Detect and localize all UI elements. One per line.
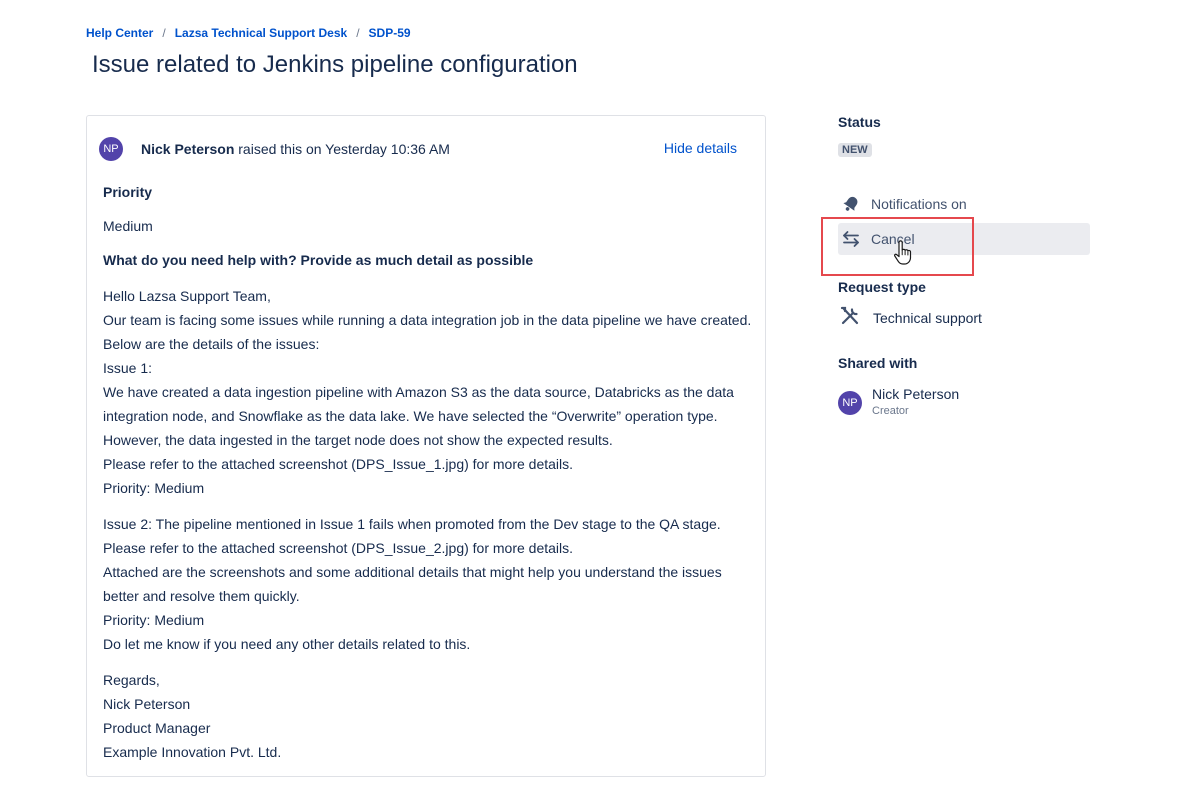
description-line: integration node, and Snowflake as the d… (103, 408, 718, 424)
help-description-label: What do you need help with? Provide as m… (103, 252, 534, 268)
description-line: However, the data ingested in the target… (103, 432, 613, 448)
description-line: We have created a data ingestion pipelin… (103, 384, 734, 400)
help-center-request-page: Help Center / Lazsa Technical Support De… (0, 0, 1195, 789)
request-details-card: NP Nick Peterson raised this on Yesterda… (86, 115, 766, 777)
description-line: Priority: Medium (103, 612, 205, 628)
page-title: Issue related to Jenkins pipeline config… (92, 51, 578, 78)
shared-with-person: NP Nick Peterson Creator (838, 386, 959, 420)
breadcrumb-separator: / (356, 26, 360, 40)
description-line: Priority: Medium (103, 480, 205, 496)
tools-icon (838, 304, 862, 331)
description-line: Nick Peterson (103, 696, 191, 712)
priority-value: Medium (103, 218, 153, 234)
description-line: Our team is facing some issues while run… (103, 312, 752, 328)
description-line: Hello Lazsa Support Team, (103, 288, 271, 304)
shared-person-name: Nick Peterson (872, 386, 960, 402)
description-line: Regards, (103, 672, 160, 688)
hide-details-link[interactable]: Hide details (664, 140, 737, 156)
description-line: Below are the details of the issues: (103, 336, 320, 352)
description-line: Example Innovation Pvt. Ltd. (103, 744, 282, 760)
avatar[interactable]: NP (838, 391, 862, 415)
breadcrumb-separator: / (162, 26, 166, 40)
breadcrumb-service-desk[interactable]: Lazsa Technical Support Desk (175, 26, 348, 40)
breadcrumb-issue-key[interactable]: SDP-59 (369, 26, 411, 40)
description-line: Attached are the screenshots and some ad… (103, 564, 722, 580)
breadcrumb-help-center[interactable]: Help Center (86, 26, 153, 40)
description-line: Please refer to the attached screenshot … (103, 456, 574, 472)
request-body: Priority Medium What do you need help wi… (103, 180, 753, 764)
avatar[interactable]: NP (99, 137, 123, 161)
request-header: NP Nick Peterson raised this on Yesterda… (99, 136, 749, 162)
bell-icon (840, 193, 862, 215)
description-line: Do let me know if you need any other det… (103, 636, 471, 652)
author-name: Nick Peterson (141, 141, 235, 157)
description-line: Issue 2: The pipeline mentioned in Issue… (103, 516, 721, 532)
notifications-label: Notifications on (871, 196, 967, 212)
request-type-value: Technical support (873, 309, 982, 326)
status-heading: Status (838, 114, 881, 130)
breadcrumb: Help Center / Lazsa Technical Support De… (86, 26, 411, 40)
description-line: Product Manager (103, 720, 211, 736)
description-paragraph-1: Hello Lazsa Support Team, Our team is fa… (103, 284, 753, 500)
priority-label: Priority (103, 184, 153, 200)
notifications-toggle[interactable]: Notifications on (838, 188, 1090, 220)
raised-timestamp: raised this on Yesterday 10:36 AM (234, 141, 450, 157)
description-line: Issue 1: (103, 360, 153, 376)
shared-person-role: Creator (872, 405, 909, 417)
description-paragraph-2: Issue 2: The pipeline mentioned in Issue… (103, 512, 753, 656)
description-line: Please refer to the attached screenshot … (103, 540, 574, 556)
request-type-heading: Request type (838, 279, 926, 295)
description-line: better and resolve them quickly. (103, 588, 300, 604)
raised-by-line: Nick Peterson raised this on Yesterday 1… (141, 141, 450, 157)
shared-with-heading: Shared with (838, 355, 918, 371)
status-badge: NEW (838, 143, 872, 157)
description-paragraph-3: Regards, Nick Peterson Product Manager E… (103, 668, 753, 764)
request-sidebar: Status NEW Notifications on Cancel Reque… (838, 114, 1090, 417)
hand-pointer-icon (893, 240, 913, 266)
request-type: Technical support (838, 304, 982, 331)
